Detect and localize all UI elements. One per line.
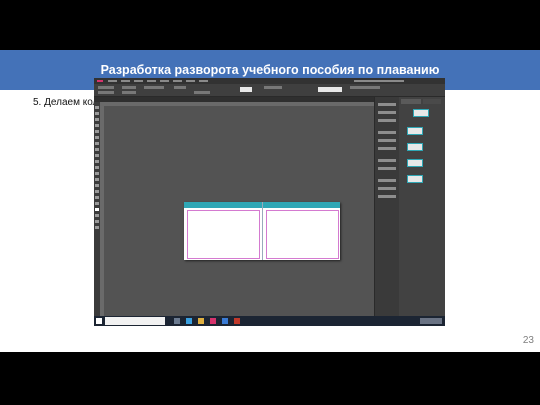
search-input[interactable] <box>105 317 165 325</box>
page-thumbnail[interactable] <box>407 175 423 183</box>
master-thumbnail[interactable] <box>413 109 429 117</box>
tab-pages[interactable] <box>401 99 421 104</box>
collapsed-panels <box>374 97 399 316</box>
spine-line <box>262 202 263 260</box>
right-page[interactable] <box>266 210 339 259</box>
task-view-icon[interactable] <box>174 318 180 324</box>
page-number: 23 <box>522 335 534 346</box>
page-thumbnail[interactable] <box>407 159 423 167</box>
folder-icon[interactable] <box>198 318 204 324</box>
page-thumbnail[interactable] <box>407 127 423 135</box>
edge-icon[interactable] <box>186 318 192 324</box>
pasteboard <box>104 106 374 316</box>
pages-panel <box>399 97 445 316</box>
page-thumbnail[interactable] <box>407 143 423 151</box>
left-page[interactable] <box>187 210 260 259</box>
master-spread[interactable] <box>184 202 340 260</box>
windows-icon[interactable] <box>96 318 102 324</box>
indesign-icon[interactable] <box>210 318 216 324</box>
windows-taskbar <box>94 316 445 326</box>
control-panel <box>94 84 445 97</box>
clock <box>420 318 442 324</box>
indesign-screenshot <box>94 78 445 326</box>
tab-layers[interactable] <box>423 99 441 104</box>
word-icon[interactable] <box>222 318 228 324</box>
app-icon[interactable] <box>234 318 240 324</box>
